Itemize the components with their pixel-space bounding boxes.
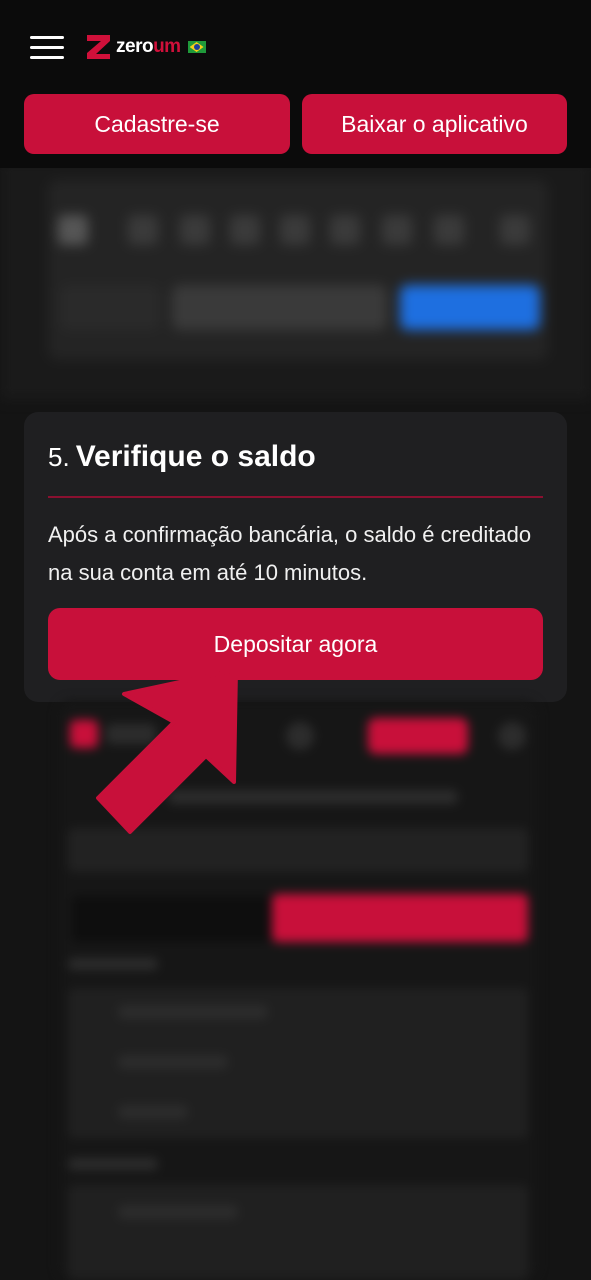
pointer-arrow-icon <box>96 668 238 834</box>
blurred-screenshot-top <box>0 160 591 400</box>
divider <box>48 496 543 498</box>
zeroum-logo-mark <box>87 35 110 59</box>
signup-button[interactable]: Cadastre-se <box>24 94 290 154</box>
download-app-button[interactable]: Baixar o aplicativo <box>302 94 567 154</box>
step-title-text: Verifique o saldo <box>75 440 316 473</box>
step-number: 5. <box>48 442 70 472</box>
hamburger-menu-icon[interactable] <box>28 34 66 62</box>
logo-text: zeroum <box>116 36 181 57</box>
step-card: 5. Verifique o saldo Após a confirmação b… <box>24 412 567 702</box>
step-title: 5. Verifique o saldo <box>48 440 316 474</box>
brand-logo[interactable]: zeroum <box>86 32 206 62</box>
step-description: Após a confirmação bancária, o saldo é c… <box>48 522 532 585</box>
brazil-flag-icon <box>187 41 206 53</box>
top-header: zeroum Cadastre-se Baixar o aplicativo <box>0 0 591 168</box>
